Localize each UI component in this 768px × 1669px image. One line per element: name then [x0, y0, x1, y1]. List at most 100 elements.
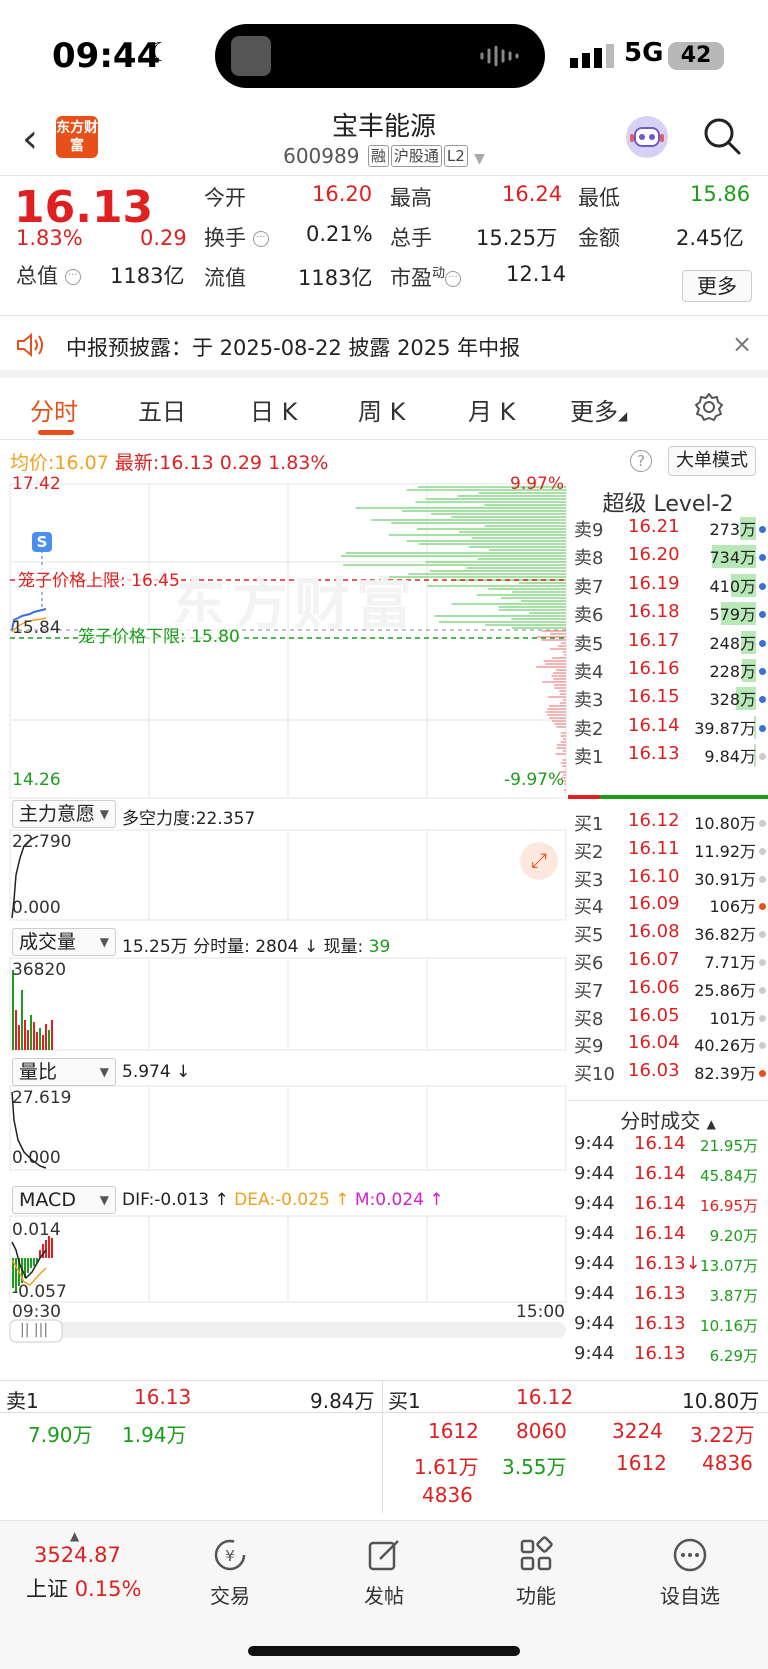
bp-ask-vol: 9.84万	[310, 1389, 375, 1413]
ind4-min: -0.057	[12, 1282, 67, 1302]
tab-intraday[interactable]: 分时	[30, 392, 78, 427]
bid-level-row[interactable]: 买2 16.11 11.92万	[568, 836, 768, 865]
help-icon[interactable]: ?	[630, 450, 652, 472]
info-icon: ···	[64, 269, 81, 285]
bid-level-row[interactable]: 买3 16.10 30.91万	[568, 864, 768, 893]
ask-level-row[interactable]: 卖2 16.14 39.87万	[568, 713, 768, 742]
tab-functions[interactable]: 功能	[486, 1535, 586, 1609]
ask-level-row[interactable]: 卖7 16.19 410万	[568, 571, 768, 600]
ind1-min: 0.000	[12, 898, 61, 918]
tab-add-watchlist[interactable]: 设自选	[640, 1535, 740, 1609]
gear-icon[interactable]	[694, 392, 724, 422]
search-icon[interactable]	[702, 116, 742, 156]
order-dot-icon	[759, 526, 766, 533]
assistant-robot-icon[interactable]	[626, 116, 668, 158]
ask-level-row[interactable]: 卖4 16.16 228万	[568, 656, 768, 685]
turnover-value: 0.21%	[306, 222, 373, 246]
stock-code: 600989	[283, 144, 360, 168]
more-button[interactable]: 更多	[682, 270, 752, 302]
intraday-chart[interactable]: 东方财富 17.42 9.97% 15.84 14.26 -9.97% S 笼子…	[0, 474, 568, 1380]
quote-panel: 16.13 1.83% 0.29 总值 ··· 1183亿 今开 16.20 最…	[0, 176, 768, 316]
tab-monthly-k[interactable]: 月 K	[468, 392, 515, 427]
bid-order: 3.55万	[502, 1455, 567, 1479]
bid-order: 3224	[612, 1419, 663, 1443]
ask-level-row[interactable]: 卖1 16.13 9.84万	[568, 741, 768, 770]
order-dot-icon	[759, 847, 766, 855]
bid-level-row[interactable]: 买5 16.08 36.82万	[568, 919, 768, 948]
tag-l2: L2	[443, 145, 468, 167]
high-label: 最高	[390, 186, 432, 210]
tab-post[interactable]: 发帖	[334, 1535, 434, 1609]
pe-value: 12.14	[506, 262, 567, 286]
tick-row: 9:44 16.13 6.29万	[574, 1343, 758, 1365]
big-order-mode-button[interactable]: 大单模式	[668, 446, 756, 476]
tab-more[interactable]: 更多◢	[570, 392, 627, 427]
bp-bid-price: 16.12	[516, 1385, 574, 1409]
bottom-tabbar: ▲ 3524.87 上证 0.15% ¥ 交易 发帖 功能 设自选	[0, 1520, 768, 1669]
indicator-macd-value: DIF:-0.013 ↑ DEA:-0.025 ↑ M:0.024 ↑	[122, 1190, 444, 1210]
ask-level-row[interactable]: 卖3 16.15 328万	[568, 684, 768, 713]
expand-icon[interactable]: ⤢	[520, 842, 558, 880]
bid-order: 3.22万	[690, 1423, 755, 1447]
battery-icon: 42	[668, 42, 724, 70]
cage-lower-label: 笼子价格下限: 15.80	[78, 622, 240, 647]
bid-level-row[interactable]: 买6 16.07 7.71万	[568, 947, 768, 976]
more-dots-icon	[673, 1538, 707, 1572]
ask-level-row[interactable]: 卖8 16.20 734万	[568, 542, 768, 571]
svg-text:¥: ¥	[225, 1547, 235, 1565]
bid-order: 8060	[516, 1419, 567, 1443]
order-dot-icon	[759, 724, 766, 732]
sell-marker-icon[interactable]: S	[32, 532, 52, 552]
scroll-handle-icon[interactable]: || |||	[20, 1322, 48, 1338]
bid-level-row[interactable]: 买1 16.12 10.80万	[568, 808, 768, 837]
status-bar: 09:44 ☾ 5G 42	[0, 0, 768, 110]
bid-level-row[interactable]: 买7 16.06 25.86万	[568, 975, 768, 1004]
indicator-macd-select[interactable]: MACD ▼	[12, 1186, 116, 1214]
home-indicator[interactable]	[248, 1646, 520, 1656]
dynamic-island	[215, 24, 545, 88]
indicator-volume-value: 15.25万 分时量: 2804 ↓ 现量: 39	[122, 937, 391, 957]
bid-order: 1.61万	[414, 1455, 479, 1479]
tab-trade[interactable]: ¥ 交易	[180, 1535, 280, 1609]
indicator-main-force-select[interactable]: 主力意愿 ▼	[12, 800, 116, 828]
ask-level-row[interactable]: 卖5 16.17 248万	[568, 628, 768, 657]
low-value: 15.86	[690, 182, 751, 206]
bp-bid-vol: 10.80万	[682, 1389, 760, 1413]
media-thumbnail	[231, 36, 271, 76]
index-value[interactable]: 3524.87	[34, 1543, 121, 1567]
info-icon: ···	[445, 271, 462, 287]
ask-level-row[interactable]: 卖6 16.18 579万	[568, 599, 768, 628]
low-label: 最低	[578, 186, 620, 210]
bid-level-row[interactable]: 买8 16.05 101万	[568, 1003, 768, 1032]
change-pct: 1.83%	[16, 226, 83, 250]
price-summary-line: 均价:16.07 最新:16.13 0.29 1.83% ? 大单模式	[0, 440, 768, 480]
volume-value: 15.25万	[476, 226, 558, 250]
notice-bar[interactable]: 中报预披露：于 2025-08-22 披露 2025 年中报 ×	[0, 316, 768, 378]
bid-level-row[interactable]: 买4 16.09 106万	[568, 891, 768, 920]
index-line[interactable]: 上证 0.15%	[26, 1573, 141, 1603]
ask-order: 1.94万	[122, 1423, 187, 1447]
order-book: 超级 Level-2 卖9 16.21 273万 卖8 16.20 734万 卖7 16.19…	[568, 480, 768, 1100]
close-icon[interactable]: ×	[732, 330, 752, 358]
amount-label: 金额	[578, 226, 620, 250]
open-value: 16.20	[312, 182, 373, 206]
bid-order: 1612	[428, 1419, 479, 1443]
volume-label: 总手	[390, 226, 432, 250]
tab-daily-k[interactable]: 日 K	[250, 392, 297, 427]
bid-level-row[interactable]: 买10 16.03 82.39万	[568, 1058, 768, 1087]
chevron-down-icon[interactable]: ▼	[474, 151, 485, 167]
ask-level-row[interactable]: 卖9 16.21 273万	[568, 514, 768, 543]
tick-row: 9:44 16.14 21.95万	[574, 1133, 758, 1155]
tab-weekly-k[interactable]: 周 K	[358, 392, 405, 427]
order-dot-icon	[759, 875, 766, 883]
indicator-volume-ratio-select[interactable]: 量比 ▼	[12, 1058, 116, 1086]
indicator-volume-select[interactable]: 成交量 ▼	[12, 928, 116, 956]
order-dot-icon	[759, 611, 766, 619]
bid-level-row[interactable]: 买9 16.04 40.26万	[568, 1030, 768, 1059]
order-dot-icon	[759, 986, 766, 994]
ind4-max: 0.014	[12, 1220, 61, 1240]
y-axis-max: 17.42	[12, 474, 61, 494]
speaker-icon	[17, 332, 43, 358]
tab-5day[interactable]: 五日	[138, 392, 186, 427]
open-label: 今开	[204, 186, 246, 210]
